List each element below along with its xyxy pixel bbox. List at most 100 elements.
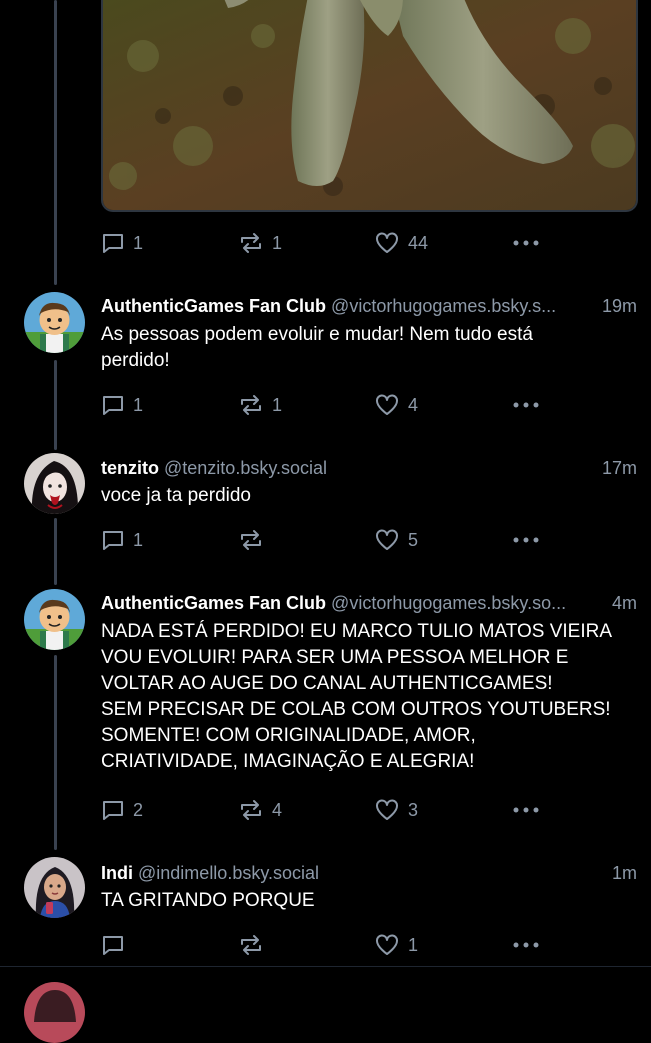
reply-icon <box>103 936 123 955</box>
repost-icon <box>241 395 261 415</box>
tree-roots-photo <box>103 0 636 210</box>
like-button[interactable]: 4 <box>374 392 418 418</box>
more-options-button[interactable] <box>511 797 541 823</box>
repost-icon <box>241 233 261 253</box>
author-name[interactable]: tenzito <box>101 458 159 478</box>
reply-button[interactable]: 1 <box>101 392 143 418</box>
reply-count: 2 <box>133 799 144 820</box>
repost-count: 4 <box>272 799 283 820</box>
post-text: As pessoas podem evoluir e mudar! Nem tu… <box>101 322 631 374</box>
post-actions: 1 1 4 <box>101 392 551 418</box>
more-icon <box>513 807 539 813</box>
more-icon <box>513 240 539 246</box>
post-text-line: SOMENTE! COM ORIGINALIDADE, AMOR, <box>101 725 476 746</box>
post-header: AuthenticGames Fan Club @victorhugogames… <box>101 294 637 318</box>
reply-count: 1 <box>133 529 144 550</box>
author-name[interactable]: Indi <box>101 863 133 883</box>
post-text-line: VOLTAR AO AUGE DO CANAL AUTHENTICGAMES! <box>101 673 553 694</box>
post-header: Indi @indimello.bsky.social 1m <box>101 861 637 885</box>
post-divider <box>0 966 651 967</box>
timestamp[interactable]: 19m <box>602 294 637 318</box>
heart-icon <box>376 232 398 253</box>
post-actions: 1 5 <box>101 527 551 553</box>
post-text: TA GRITANDO PORQUE <box>101 888 631 914</box>
avatar[interactable] <box>24 453 85 514</box>
like-button[interactable]: 3 <box>374 797 418 823</box>
repost-icon <box>241 800 261 820</box>
repost-button[interactable]: 1 <box>238 392 282 418</box>
like-count: 5 <box>408 529 419 550</box>
more-options-button[interactable] <box>511 527 541 553</box>
reply-count: 1 <box>133 394 144 415</box>
author-handle[interactable]: @victorhugogames.bsky.s... <box>331 296 556 316</box>
thread-line <box>54 0 57 285</box>
reply-button[interactable] <box>101 932 133 958</box>
more-options-button[interactable] <box>511 392 541 418</box>
post-header: AuthenticGames Fan Club @victorhugogames… <box>101 591 637 615</box>
post-text-line: NADA ESTÁ PERDIDO! EU MARCO TULIO MATOS … <box>101 621 612 642</box>
heart-icon <box>376 529 398 550</box>
author-handle[interactable]: @tenzito.bsky.social <box>164 458 327 478</box>
repost-count: 1 <box>272 232 283 253</box>
avatar[interactable] <box>24 292 85 353</box>
timestamp[interactable]: 1m <box>612 861 637 885</box>
repost-button[interactable]: 4 <box>238 797 282 823</box>
reply-icon <box>103 531 123 550</box>
author-name[interactable]: AuthenticGames Fan Club <box>101 296 326 316</box>
post-text-line: voce ja ta perdido <box>101 485 251 506</box>
post-actions: 2 4 3 <box>101 797 551 823</box>
avatar-image <box>24 453 85 514</box>
heart-icon <box>376 799 398 820</box>
like-button[interactable]: 5 <box>374 527 418 553</box>
reply-button[interactable]: 1 <box>101 527 143 553</box>
author-name[interactable]: AuthenticGames Fan Club <box>101 593 326 613</box>
author-handle[interactable]: @indimello.bsky.social <box>138 863 319 883</box>
like-button[interactable]: 1 <box>374 932 418 958</box>
repost-button[interactable] <box>238 932 272 958</box>
reply-icon <box>103 396 123 415</box>
post-image[interactable] <box>101 0 638 212</box>
like-count: 1 <box>408 934 419 955</box>
post-text-line: CRIATIVIDADE, IMAGINAÇÃO E ALEGRIA! <box>101 751 475 772</box>
avatar[interactable] <box>24 982 85 1043</box>
reply-button[interactable]: 1 <box>101 230 143 256</box>
post-text-line: VOU EVOLUIR! PARA SER UMA PESSOA MELHOR … <box>101 647 569 668</box>
repost-button[interactable]: 1 <box>238 230 282 256</box>
thread-line <box>54 655 57 850</box>
timestamp[interactable]: 17m <box>602 456 637 480</box>
reply-icon <box>103 234 123 253</box>
heart-icon <box>376 934 398 955</box>
more-icon <box>513 402 539 408</box>
repost-button[interactable] <box>238 527 272 553</box>
thread-line <box>54 360 57 450</box>
post-text-line: SEM PRECISAR DE COLAB COM OUTROS YOUTUBE… <box>101 699 611 720</box>
avatar-image <box>24 292 85 353</box>
more-icon <box>513 537 539 543</box>
more-options-button[interactable] <box>511 230 541 256</box>
post-actions: 1 <box>101 932 551 958</box>
avatar-image <box>24 857 85 918</box>
avatar-image <box>24 589 85 650</box>
reply-button[interactable]: 2 <box>101 797 143 823</box>
reply-count: 1 <box>133 232 144 253</box>
author-handle[interactable]: @victorhugogames.bsky.so... <box>331 593 566 613</box>
avatar[interactable] <box>24 589 85 650</box>
repost-icon <box>241 935 261 955</box>
repost-count: 1 <box>272 394 283 415</box>
post-text: voce ja ta perdido <box>101 483 631 509</box>
more-options-button[interactable] <box>511 932 541 958</box>
reply-icon <box>103 801 123 820</box>
post-text-line: perdido! <box>101 350 170 371</box>
heart-icon <box>376 394 398 415</box>
post-text: NADA ESTÁ PERDIDO! EU MARCO TULIO MATOS … <box>101 619 631 775</box>
post-text-line: As pessoas podem evoluir e mudar! Nem tu… <box>101 324 533 345</box>
more-icon <box>513 942 539 948</box>
avatar[interactable] <box>24 857 85 918</box>
repost-icon <box>241 530 261 550</box>
post-actions: 1 1 44 <box>101 230 551 256</box>
like-count: 4 <box>408 394 419 415</box>
post-text-line: TA GRITANDO PORQUE <box>101 890 315 911</box>
timestamp[interactable]: 4m <box>612 591 637 615</box>
like-button[interactable]: 44 <box>374 230 428 256</box>
like-count: 3 <box>408 799 419 820</box>
